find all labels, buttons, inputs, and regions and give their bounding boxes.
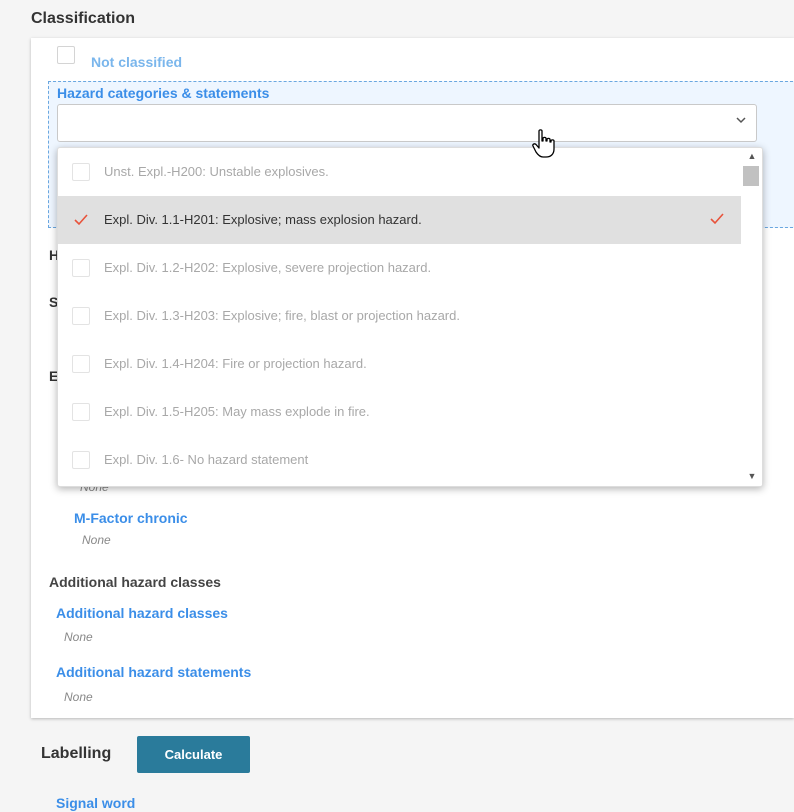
option-checkbox[interactable] <box>72 259 90 277</box>
option-checkbox[interactable] <box>72 307 90 325</box>
not-classified-label[interactable]: Not classified <box>91 54 182 70</box>
dropdown-option[interactable]: Expl. Div. 1.3-H203: Explosive; fire, bl… <box>58 292 741 340</box>
option-checkbox[interactable] <box>72 163 90 181</box>
option-label: Expl. Div. 1.3-H203: Explosive; fire, bl… <box>104 308 460 323</box>
dropdown-option[interactable]: Expl. Div. 1.1-H201: Explosive; mass exp… <box>58 196 741 244</box>
not-classified-checkbox[interactable] <box>57 46 75 64</box>
option-label: Expl. Div. 1.5-H205: May mass explode in… <box>104 404 370 419</box>
hazard-categories-select[interactable] <box>57 104 757 142</box>
labelling-title: Labelling <box>41 745 112 762</box>
chevron-down-icon[interactable] <box>733 113 749 129</box>
signal-word-label[interactable]: Signal word <box>56 795 135 811</box>
hazard-categories-label: Hazard categories & statements <box>57 85 270 101</box>
additional-hazard-heading: Additional hazard classes <box>49 574 221 590</box>
option-label: Expl. Div. 1.2-H202: Explosive, severe p… <box>104 260 432 275</box>
dropdown-option[interactable]: Expl. Div. 1.4-H204: Fire or projection … <box>58 340 741 388</box>
option-checkbox[interactable] <box>72 211 90 229</box>
option-checkbox[interactable] <box>72 403 90 421</box>
calculate-button[interactable]: Calculate <box>137 736 250 773</box>
dropdown-option[interactable]: Expl. Div. 1.6- No hazard statement <box>58 436 741 484</box>
option-label: Expl. Div. 1.6- No hazard statement <box>104 452 309 467</box>
scroll-thumb[interactable] <box>743 166 759 186</box>
option-checkbox[interactable] <box>72 355 90 373</box>
checkmark-icon <box>709 212 725 231</box>
dropdown-option[interactable]: Unst. Expl.-H200: Unstable explosives. <box>58 148 741 196</box>
dropdown-option[interactable]: Expl. Div. 1.2-H202: Explosive, severe p… <box>58 244 741 292</box>
option-label: Expl. Div. 1.4-H204: Fire or projection … <box>104 356 367 371</box>
additional-hazard-statements-value: None <box>64 690 93 704</box>
option-checkbox[interactable] <box>72 451 90 469</box>
section-title: Classification <box>31 10 136 27</box>
additional-hazard-statements-label[interactable]: Additional hazard statements <box>56 664 251 680</box>
hazard-dropdown-list[interactable]: Unst. Expl.-H200: Unstable explosives. Ex… <box>57 147 763 487</box>
option-label: Expl. Div. 1.1-H201: Explosive; mass exp… <box>104 212 422 227</box>
dropdown-scrollbar[interactable]: ▲ ▼ <box>741 148 762 486</box>
dropdown-option[interactable]: Expl. Div. 1.5-H205: May mass explode in… <box>58 388 741 436</box>
additional-hazard-classes-value: None <box>64 630 93 644</box>
option-label: Unst. Expl.-H200: Unstable explosives. <box>104 164 329 179</box>
hand-pointer-icon <box>530 128 558 160</box>
scroll-down-icon[interactable]: ▼ <box>745 470 759 482</box>
scroll-up-icon[interactable]: ▲ <box>745 150 759 162</box>
m-factor-chronic-label[interactable]: M-Factor chronic <box>74 510 188 526</box>
m-factor-chronic-value: None <box>82 533 111 547</box>
additional-hazard-classes-label[interactable]: Additional hazard classes <box>56 605 228 621</box>
